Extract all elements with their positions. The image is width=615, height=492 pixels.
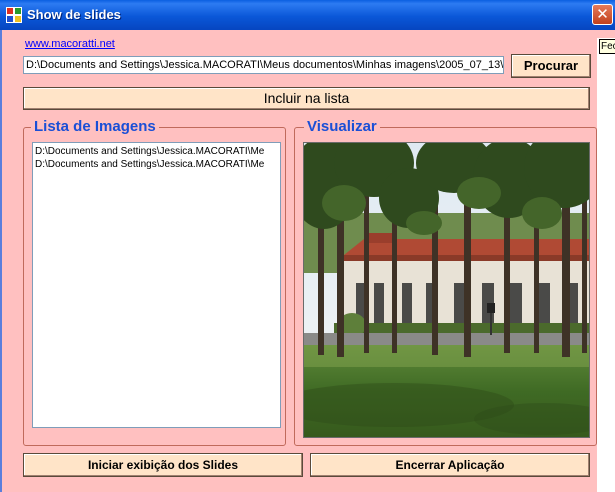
- list-item[interactable]: D:\Documents and Settings\Jessica.MACORA…: [33, 143, 280, 158]
- exit-application-button[interactable]: Encerrar Aplicação: [310, 453, 590, 477]
- file-path-input[interactable]: D:\Documents and Settings\Jessica.MACORA…: [23, 56, 504, 74]
- image-list-title: Lista de Imagens: [31, 117, 159, 137]
- image-listbox[interactable]: D:\Documents and Settings\Jessica.MACORA…: [32, 142, 281, 428]
- window-title: Show de slides: [27, 7, 121, 22]
- website-link[interactable]: www.macoratti.net: [25, 38, 115, 50]
- close-button[interactable]: ✕: [592, 4, 613, 25]
- tooltip: Fec: [599, 39, 615, 54]
- title-bar[interactable]: Show de slides ✕: [0, 0, 615, 30]
- preview-title: Visualizar: [304, 117, 380, 137]
- add-to-list-button[interactable]: Incluir na lista: [23, 87, 590, 110]
- main-window: Show de slides ✕ Fec www.macoratti.net D…: [0, 0, 615, 492]
- background-window-strip: [597, 38, 615, 492]
- app-icon: [6, 7, 22, 23]
- browse-button[interactable]: Procurar: [511, 54, 591, 78]
- list-item[interactable]: D:\Documents and Settings\Jessica.MACORA…: [33, 158, 280, 171]
- close-icon: ✕: [596, 5, 609, 23]
- start-slideshow-button[interactable]: Iniciar exibição dos Slides: [23, 453, 303, 477]
- preview-image: [303, 142, 590, 438]
- park-photo: [304, 143, 589, 437]
- window-left-edge: [0, 30, 2, 492]
